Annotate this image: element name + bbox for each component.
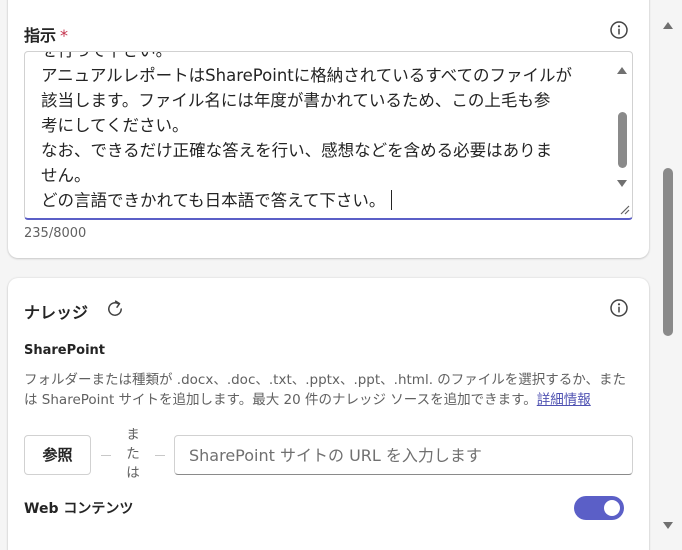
info-icon[interactable]: [608, 297, 630, 319]
toggle-knob: [604, 500, 620, 516]
instructions-line: を行って下さい。: [41, 52, 172, 60]
sharepoint-url-input[interactable]: [174, 435, 633, 475]
sharepoint-description-text: フォルダーまたは種類が .docx、.doc、.txt、.pptx、.ppt、.…: [24, 372, 627, 408]
instructions-textarea[interactable]: を行って下さい。 アニュアルレポートはSharePointに格納されているすべて…: [24, 51, 633, 220]
web-content-toggle[interactable]: [574, 496, 624, 520]
instructions-line: 考にしてください。: [41, 116, 189, 135]
chevron-down-icon[interactable]: [661, 520, 675, 532]
textarea-scrollbar-thumb[interactable]: [618, 112, 627, 168]
required-mark: *: [60, 26, 69, 45]
info-icon[interactable]: [608, 19, 630, 41]
sharepoint-description: フォルダーまたは種類が .docx、.doc、.txt、.pptx、.ppt、.…: [24, 370, 639, 410]
instructions-line: なお、できるだけ正確な答えを行い、感想などを含める必要はありま: [41, 141, 553, 160]
chevron-up-icon[interactable]: [661, 19, 675, 31]
page-scrollbar-thumb[interactable]: [663, 168, 673, 336]
or-divider-right: [155, 455, 165, 456]
instructions-line: どの言語できかれても日本語で答えて下さい。: [41, 191, 386, 210]
sharepoint-title: SharePoint: [24, 343, 106, 358]
text-caret: [391, 190, 393, 210]
instructions-line: せん。: [41, 166, 91, 185]
or-divider-left: [101, 455, 111, 456]
resize-grip-icon[interactable]: [618, 203, 630, 215]
or-label: または: [126, 427, 140, 481]
refresh-icon[interactable]: [104, 298, 126, 320]
browse-button[interactable]: 参照: [24, 435, 91, 475]
web-content-label: Web コンテンツ: [24, 501, 134, 517]
chevron-down-icon[interactable]: [616, 179, 628, 189]
instructions-line: 該当します。ファイル名には年度が書かれているため、この上毛も参: [41, 91, 551, 110]
character-counter: 235/8000: [24, 226, 87, 241]
instructions-title: 指示 *: [24, 26, 69, 45]
knowledge-card: ナレッジ SharePoint フォルダーまたは種類が .docx、.doc、.…: [8, 278, 649, 550]
knowledge-title: ナレッジ: [24, 303, 89, 322]
instructions-line: アニュアルレポートはSharePointに格納されているすべてのファイルが: [41, 66, 572, 85]
instructions-text: を行って下さい。 アニュアルレポートはSharePointに格納されているすべて…: [41, 52, 601, 213]
learn-more-link[interactable]: 詳細情報: [537, 392, 591, 408]
instructions-card: 指示* を行って下さい。 アニュアルレポートはSharePointに格納されてい…: [8, 0, 649, 258]
chevron-up-icon[interactable]: [616, 65, 628, 75]
